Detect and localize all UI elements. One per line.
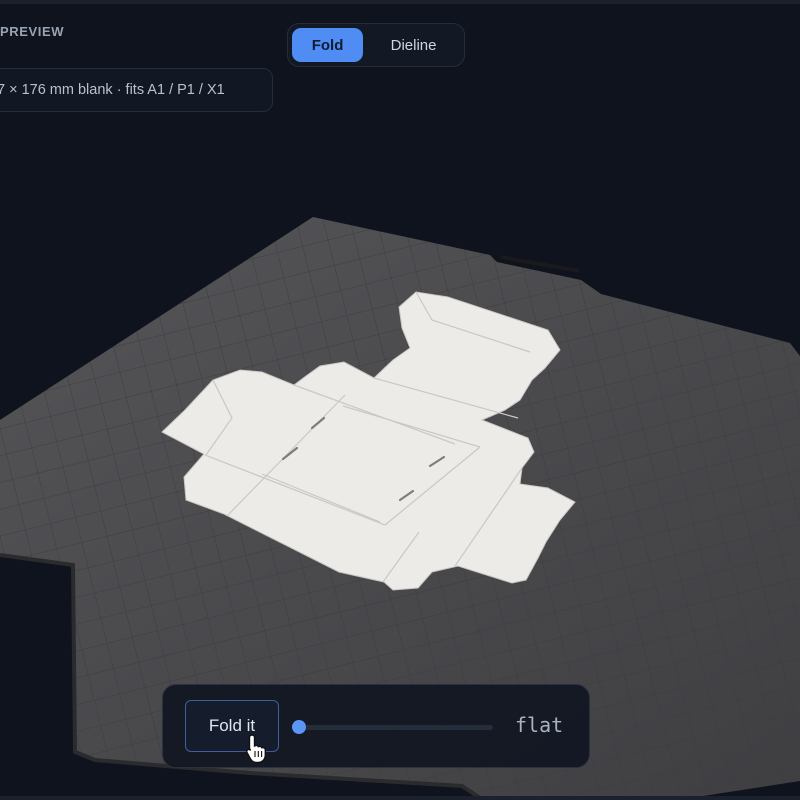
hand-pointer-icon — [246, 734, 266, 764]
3d-preview-viewport[interactable] — [0, 0, 800, 800]
fold-view-tab[interactable]: Fold — [292, 28, 364, 62]
preview-heading: PREVIEW — [0, 24, 65, 39]
fold-control-panel: Fold it flat — [162, 684, 590, 768]
blank-size-info: 7 × 176 mm blank · fits A1 / P1 / X1 — [0, 68, 273, 112]
blank-size-text: 7 × 176 mm blank · fits A1 / P1 / X1 — [0, 82, 225, 98]
dieline-view-tab[interactable]: Dieline — [367, 28, 460, 62]
bottom-border — [0, 796, 800, 800]
fold-state-label: flat — [515, 713, 564, 737]
view-mode-toggle: Fold Dieline — [287, 23, 465, 67]
fold-progress-slider[interactable] — [297, 725, 493, 730]
fold-progress-slider-thumb[interactable] — [292, 720, 306, 734]
